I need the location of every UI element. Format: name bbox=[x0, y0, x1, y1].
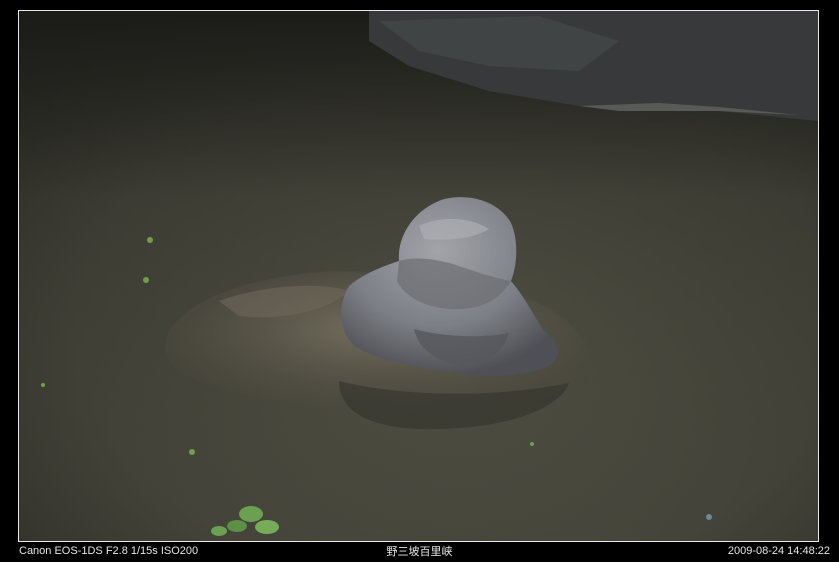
photo-scene bbox=[19, 11, 818, 541]
photo-frame: Canon EOS-1DS F2.8 1/15s ISO200 野三坡百里峡 2… bbox=[0, 0, 839, 562]
location-title-caption: 野三坡百里峡 bbox=[386, 545, 453, 558]
photo bbox=[18, 10, 819, 542]
timestamp-caption: 2009-08-24 14:48:22 bbox=[727, 545, 830, 557]
